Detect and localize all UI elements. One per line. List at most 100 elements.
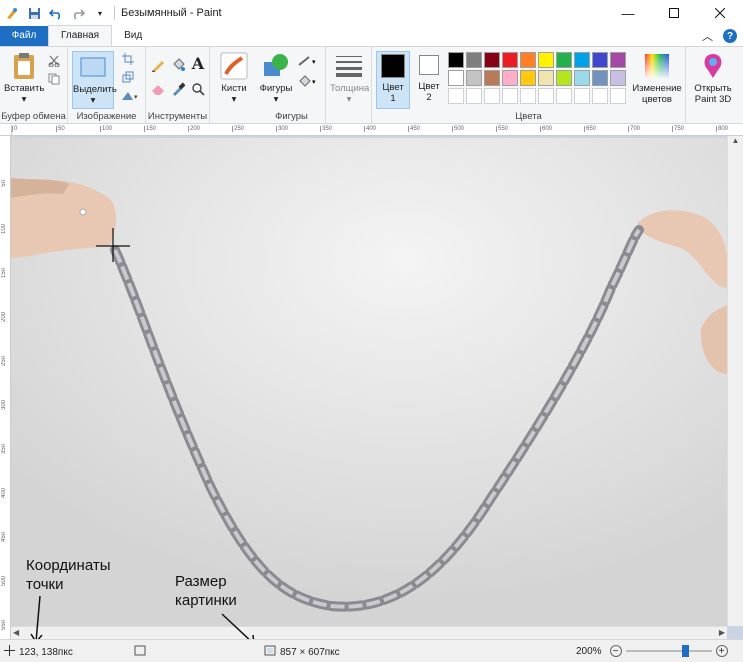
ruler-tick-label: 750: [672, 126, 685, 132]
text-icon[interactable]: A: [190, 54, 206, 73]
color2-button[interactable]: Цвет 2: [414, 51, 444, 103]
custom-color-slot[interactable]: [466, 88, 482, 104]
custom-color-slot[interactable]: [484, 88, 500, 104]
zoom-in-button[interactable]: +: [715, 645, 728, 657]
custom-color-slot[interactable]: [502, 88, 518, 104]
redo-icon[interactable]: [70, 5, 86, 21]
custom-color-slot[interactable]: [538, 88, 554, 104]
scroll-up-arrow[interactable]: ▲: [728, 136, 743, 145]
help-icon[interactable]: ?: [723, 29, 737, 43]
palette-swatch[interactable]: [520, 52, 536, 68]
paste-button[interactable]: Вставить ▾: [4, 51, 44, 105]
paint3d-label-2: Paint 3D: [694, 94, 732, 105]
image-group: Выделить ▾ ▾ Изображение: [68, 47, 146, 124]
zoom-level: 200%: [576, 645, 602, 657]
palette-swatch[interactable]: [610, 70, 626, 86]
palette-swatch[interactable]: [448, 70, 464, 86]
ribbon-right-controls: ︿ ?: [702, 28, 737, 44]
ruler-tick-label: 500: [452, 126, 465, 132]
copy-icon[interactable]: [46, 71, 62, 87]
image-group-label: Изображение: [76, 111, 137, 122]
clipboard-group-label: Буфер обмена: [1, 111, 66, 122]
close-button[interactable]: [697, 0, 743, 26]
palette-swatch[interactable]: [574, 70, 590, 86]
palette-swatch[interactable]: [502, 70, 518, 86]
select-button[interactable]: Выделить ▾: [72, 51, 117, 109]
rotate-icon[interactable]: ▾: [120, 87, 142, 103]
palette-swatch[interactable]: [502, 52, 518, 68]
eraser-icon[interactable]: [150, 81, 166, 97]
palette-swatch[interactable]: [556, 70, 572, 86]
thickness-group: Толщина ▾: [326, 47, 372, 124]
canvas-image[interactable]: [11, 138, 727, 626]
edit-colors-label-1: Изменение: [632, 83, 682, 94]
image-size-icon: [264, 645, 276, 659]
magnifier-icon[interactable]: [190, 81, 206, 97]
palette-swatch[interactable]: [556, 52, 572, 68]
maximize-button[interactable]: [651, 0, 697, 26]
collapse-ribbon-icon[interactable]: ︿: [702, 28, 713, 44]
custom-color-slot[interactable]: [592, 88, 608, 104]
tab-home[interactable]: Главная: [48, 25, 113, 46]
palette-swatch[interactable]: [574, 52, 590, 68]
custom-color-slot[interactable]: [448, 88, 464, 104]
undo-icon[interactable]: [48, 5, 64, 21]
ruler-tick-label: 100: [1, 224, 7, 235]
palette-swatch[interactable]: [484, 70, 500, 86]
palette-swatch[interactable]: [538, 70, 554, 86]
palette-swatch[interactable]: [592, 70, 608, 86]
color-picker-icon[interactable]: [170, 81, 186, 97]
customize-toolbar-icon[interactable]: ▾: [92, 5, 108, 21]
cut-icon[interactable]: [46, 53, 62, 69]
chevron-down-icon: ▾: [273, 94, 279, 105]
palette-swatch[interactable]: [484, 52, 500, 68]
palette-swatch[interactable]: [592, 52, 608, 68]
edit-colors-button[interactable]: Изменение цветов: [630, 51, 684, 105]
shapes-group: Фигуры ▾ ▾ ▾ Фигуры: [258, 47, 326, 124]
zoom-out-button[interactable]: −: [609, 645, 622, 657]
ruler-tick-label: 250: [1, 356, 7, 367]
vertical-scrollbar[interactable]: ▲: [727, 136, 743, 626]
pencil-icon[interactable]: [150, 57, 166, 73]
palette-swatch[interactable]: [466, 52, 482, 68]
custom-color-slot[interactable]: [556, 88, 572, 104]
open-paint3d-button[interactable]: Открыть Paint 3D: [688, 51, 738, 105]
save-icon[interactable]: [26, 5, 42, 21]
color1-button[interactable]: Цвет 1: [376, 51, 410, 109]
ruler-corner: [0, 125, 12, 136]
palette-swatch[interactable]: [466, 70, 482, 86]
thickness-label: Толщина: [330, 83, 370, 94]
fill-shape-icon[interactable]: ▾: [298, 73, 320, 89]
ruler-tick-label: 150: [144, 126, 157, 132]
thickness-button[interactable]: Толщина ▾: [330, 51, 370, 105]
zoom-slider-thumb[interactable]: [681, 645, 689, 657]
fill-icon[interactable]: [170, 57, 186, 73]
tab-view[interactable]: Вид: [112, 26, 154, 46]
image-dimensions: 857 × 607пкс: [280, 646, 340, 658]
outline-icon[interactable]: ▾: [298, 53, 320, 69]
custom-color-slot[interactable]: [610, 88, 626, 104]
custom-color-slot[interactable]: [574, 88, 590, 104]
custom-color-slot[interactable]: [520, 88, 536, 104]
vertical-ruler: 50 100 150 200 250 300 350 400 450 500 550: [0, 136, 11, 639]
palette-swatch[interactable]: [610, 52, 626, 68]
window-title: Безымянный - Paint: [121, 7, 222, 19]
palette-swatch[interactable]: [538, 52, 554, 68]
paste-label: Вставить: [4, 83, 45, 94]
palette-swatch[interactable]: [520, 70, 536, 86]
scroll-right-arrow[interactable]: ▶: [719, 628, 725, 637]
svg-text:▾: ▾: [312, 59, 316, 66]
paint3d-label-1: Открыть: [694, 83, 732, 94]
shapes-button[interactable]: Фигуры ▾: [258, 51, 294, 105]
select-rectangle-icon: [77, 52, 109, 82]
canvas-area: ▲ ◀ ▶: [11, 136, 743, 639]
brushes-group: Кисти ▾: [210, 47, 258, 124]
brushes-button[interactable]: Кисти ▾: [216, 51, 252, 105]
tab-file[interactable]: Файл: [0, 26, 48, 46]
palette-swatch[interactable]: [448, 52, 464, 68]
zoom-slider[interactable]: [625, 645, 712, 657]
crop-icon[interactable]: [120, 51, 136, 67]
minimize-button[interactable]: —: [605, 0, 651, 26]
resize-icon[interactable]: [120, 69, 136, 85]
horizontal-ruler: 0 50 100 150 200 250 300 350 400 450 500 550 600 650 7…: [12, 125, 743, 136]
